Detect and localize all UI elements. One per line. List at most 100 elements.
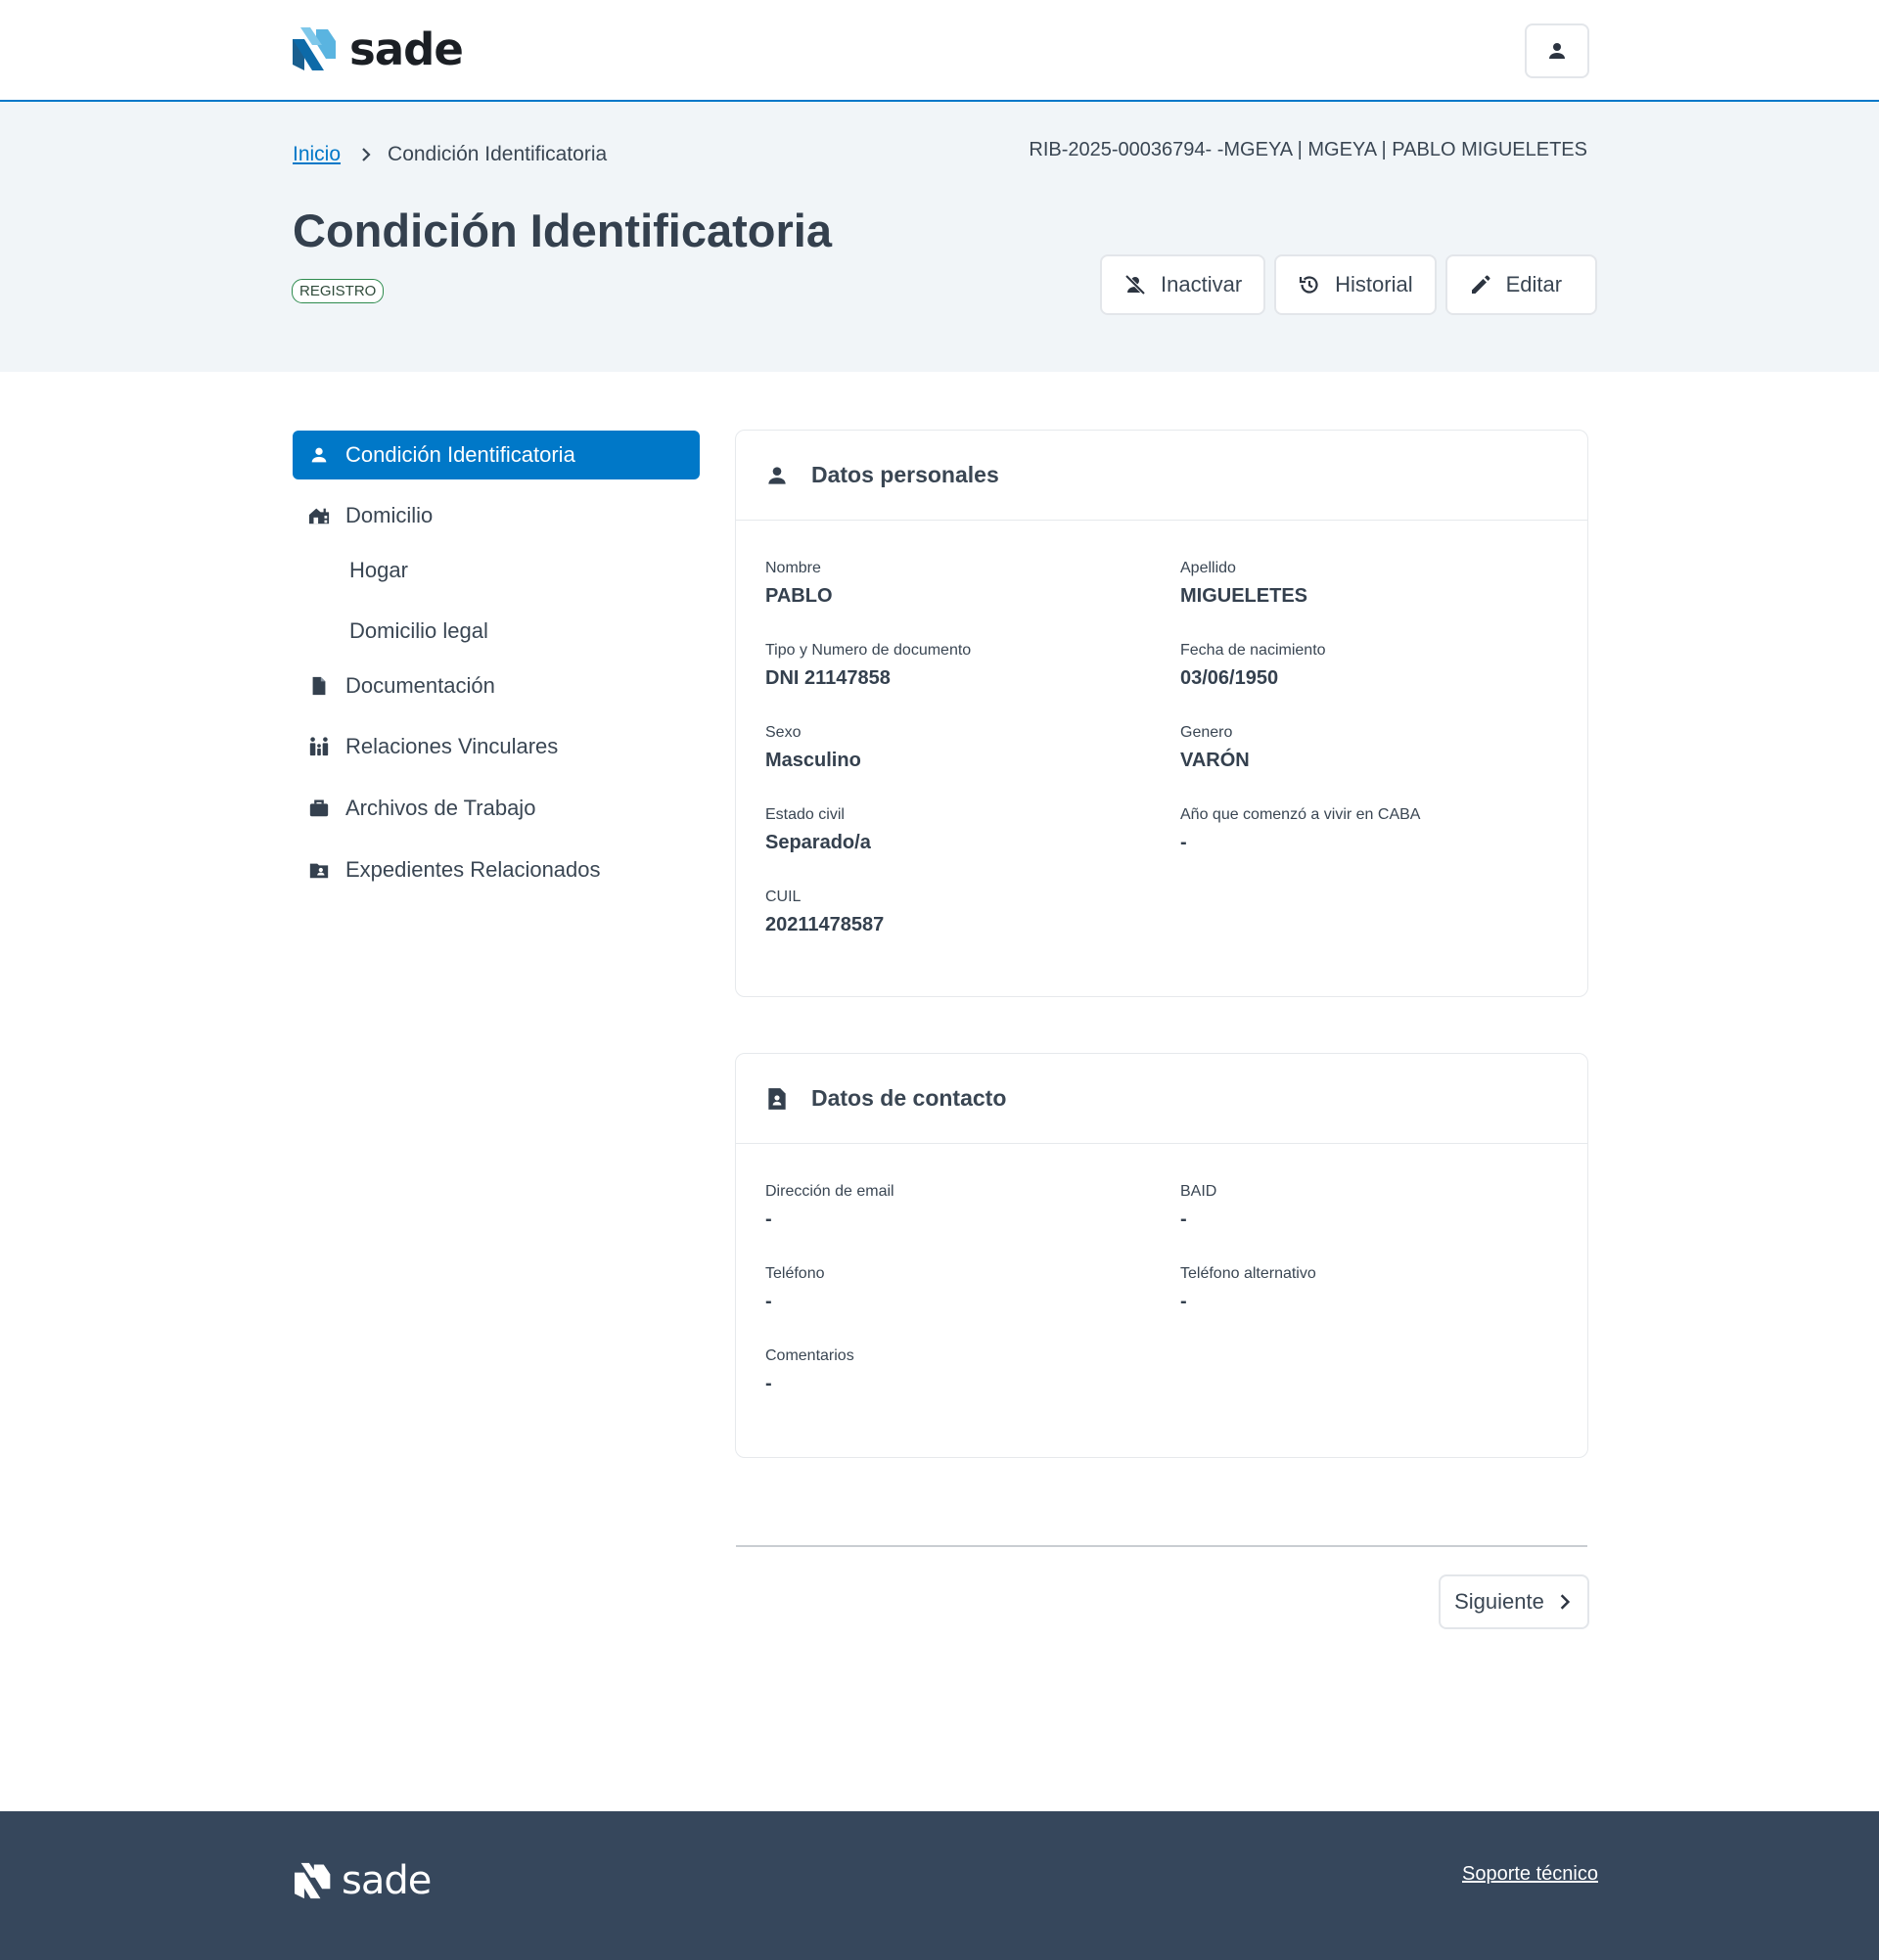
field-value: DNI 21147858 bbox=[765, 667, 891, 689]
field-label: CUIL bbox=[765, 889, 802, 905]
person-off-icon bbox=[1124, 274, 1146, 296]
page-title: Condición Identificatoria bbox=[293, 205, 832, 256]
field-value: 03/06/1950 bbox=[1180, 667, 1279, 689]
field-anio-caba: Año que comenzó a vivir en CABA - bbox=[1180, 806, 1572, 889]
field-value: - bbox=[765, 1208, 772, 1230]
contact-fields: Dirección de email - BAID - Teléfono - Telé… bbox=[736, 1144, 1587, 1449]
field-value: Separado/a bbox=[765, 832, 871, 853]
brand-name: sade bbox=[349, 23, 464, 75]
field-label: Año que comenzó a vivir en CABA bbox=[1180, 806, 1421, 823]
card-header: Datos personales bbox=[736, 431, 1587, 521]
contact-data-card: Datos de contacto Dirección de email - BA… bbox=[735, 1053, 1588, 1458]
field-value: MIGUELETES bbox=[1180, 585, 1308, 607]
sidebar-item-label: Domicilio bbox=[345, 503, 434, 527]
next-label: Siguiente bbox=[1454, 1589, 1544, 1614]
field-label: Teléfono alternativo bbox=[1180, 1265, 1316, 1282]
field-genero: Genero VARÓN bbox=[1180, 724, 1572, 806]
history-icon bbox=[1300, 276, 1318, 294]
sidebar-item-archivos[interactable]: Archivos de Trabajo bbox=[293, 784, 700, 833]
user-menu-button[interactable] bbox=[1525, 23, 1589, 78]
sidebar-item-label: Documentación bbox=[345, 673, 495, 698]
sidebar-item-label: Relaciones Vinculares bbox=[345, 734, 559, 758]
field-label: Apellido bbox=[1180, 560, 1236, 576]
field-value: - bbox=[1180, 832, 1187, 853]
sidebar-item-label: Expedientes Relacionados bbox=[345, 857, 601, 882]
brand-logo[interactable]: sade bbox=[293, 23, 464, 75]
field-telefono-alt: Teléfono alternativo - bbox=[1180, 1265, 1572, 1347]
field-baid: BAID - bbox=[1180, 1183, 1572, 1265]
field-value: - bbox=[1180, 1208, 1187, 1230]
logo-mark-icon bbox=[295, 1862, 331, 1899]
page-hero bbox=[0, 102, 1879, 372]
card-title: Datos personales bbox=[811, 462, 999, 487]
field-nombre: Nombre PABLO bbox=[765, 560, 1180, 642]
card-header: Datos de contacto bbox=[736, 1054, 1587, 1144]
page-footer bbox=[0, 1811, 1879, 1960]
field-apellido: Apellido MIGUELETES bbox=[1180, 560, 1572, 642]
briefcase-icon bbox=[309, 799, 329, 817]
logo-mark-icon bbox=[293, 27, 336, 70]
house-icon bbox=[308, 508, 330, 524]
field-value: PABLO bbox=[765, 585, 833, 607]
historial-button[interactable]: Historial bbox=[1274, 254, 1437, 315]
field-value: - bbox=[1180, 1291, 1187, 1312]
inactivar-button[interactable]: Inactivar bbox=[1100, 254, 1266, 315]
field-label: Nombre bbox=[765, 560, 821, 576]
sidebar-subitem-domicilio-legal[interactable]: Domicilio legal bbox=[293, 601, 700, 661]
support-link[interactable]: Soporte técnico bbox=[1462, 1863, 1598, 1886]
record-info: RIB-2025-00036794- -MGEYA | MGEYA | PABL… bbox=[1029, 139, 1587, 160]
field-value: Masculino bbox=[765, 750, 861, 771]
field-label: Teléfono bbox=[765, 1265, 825, 1282]
chevron-right-icon bbox=[358, 147, 374, 162]
field-label: BAID bbox=[1180, 1183, 1217, 1200]
field-label: Genero bbox=[1180, 724, 1233, 741]
sidebar-item-label: Archivos de Trabajo bbox=[345, 796, 536, 820]
field-value: - bbox=[765, 1291, 772, 1312]
field-estado-civil: Estado civil Separado/a bbox=[765, 806, 1180, 889]
next-button[interactable]: Siguiente bbox=[1439, 1574, 1589, 1629]
sidebar-item-condicion[interactable]: Condición Identificatoria bbox=[293, 431, 700, 479]
field-label: Fecha de nacimiento bbox=[1180, 642, 1326, 659]
editar-label: Editar bbox=[1505, 272, 1563, 296]
sidebar-nav: Condición Identificatoria Domicilio Hoga… bbox=[293, 431, 700, 894]
breadcrumb-home-link[interactable]: Inicio bbox=[293, 143, 341, 166]
footer-brand-name: sade bbox=[342, 1858, 432, 1903]
field-documento: Tipo y Numero de documento DNI 21147858 bbox=[765, 642, 1180, 724]
field-value: 20211478587 bbox=[765, 914, 885, 935]
field-value: - bbox=[765, 1373, 772, 1394]
section-divider bbox=[736, 1545, 1587, 1547]
sidebar-subitem-hogar[interactable]: Hogar bbox=[293, 540, 700, 601]
footer-logo: sade bbox=[295, 1858, 432, 1903]
field-fecha-nacimiento: Fecha de nacimiento 03/06/1950 bbox=[1180, 642, 1572, 724]
person-icon bbox=[311, 447, 327, 463]
chevron-right-icon bbox=[1560, 1594, 1571, 1610]
field-telefono: Teléfono - bbox=[765, 1265, 1180, 1347]
field-label: Tipo y Numero de documento bbox=[765, 642, 972, 659]
field-label: Estado civil bbox=[765, 806, 845, 823]
field-sexo: Sexo Masculino bbox=[765, 724, 1180, 806]
status-badge: REGISTRO bbox=[292, 279, 385, 303]
top-header: sade bbox=[0, 0, 1879, 102]
editar-button[interactable]: Editar bbox=[1444, 254, 1598, 315]
field-label: Dirección de email bbox=[765, 1183, 894, 1200]
personal-data-card: Datos personales Nombre PABLO Apellido MIG… bbox=[735, 430, 1588, 997]
field-label: Sexo bbox=[765, 724, 802, 741]
sidebar-item-relaciones[interactable]: Relaciones Vinculares bbox=[293, 722, 700, 771]
sidebar-item-documentacion[interactable]: Documentación bbox=[293, 661, 700, 710]
pencil-icon bbox=[1471, 275, 1490, 294]
field-cuil: CUIL 20211478587 bbox=[765, 889, 1180, 971]
sidebar-item-domicilio[interactable]: Domicilio bbox=[293, 491, 700, 540]
sidebar-item-label: Condición Identificatoria bbox=[345, 442, 575, 467]
field-email: Dirección de email - bbox=[765, 1183, 1180, 1265]
folder-person-icon bbox=[309, 863, 329, 879]
action-bar: Inactivar Historial Editar bbox=[1100, 254, 1598, 315]
sidebar-item-expedientes[interactable]: Expedientes Relacionados bbox=[293, 845, 700, 894]
field-value: VARÓN bbox=[1180, 750, 1250, 771]
breadcrumb: Inicio Condición Identificatoria bbox=[293, 143, 607, 166]
inactivar-label: Inactivar bbox=[1161, 272, 1243, 296]
field-comentarios: Comentarios - bbox=[765, 1347, 1180, 1430]
family-icon bbox=[309, 737, 329, 756]
historial-label: Historial bbox=[1335, 272, 1413, 296]
contact-card-icon bbox=[768, 1087, 786, 1110]
card-title: Datos de contacto bbox=[811, 1085, 1007, 1111]
